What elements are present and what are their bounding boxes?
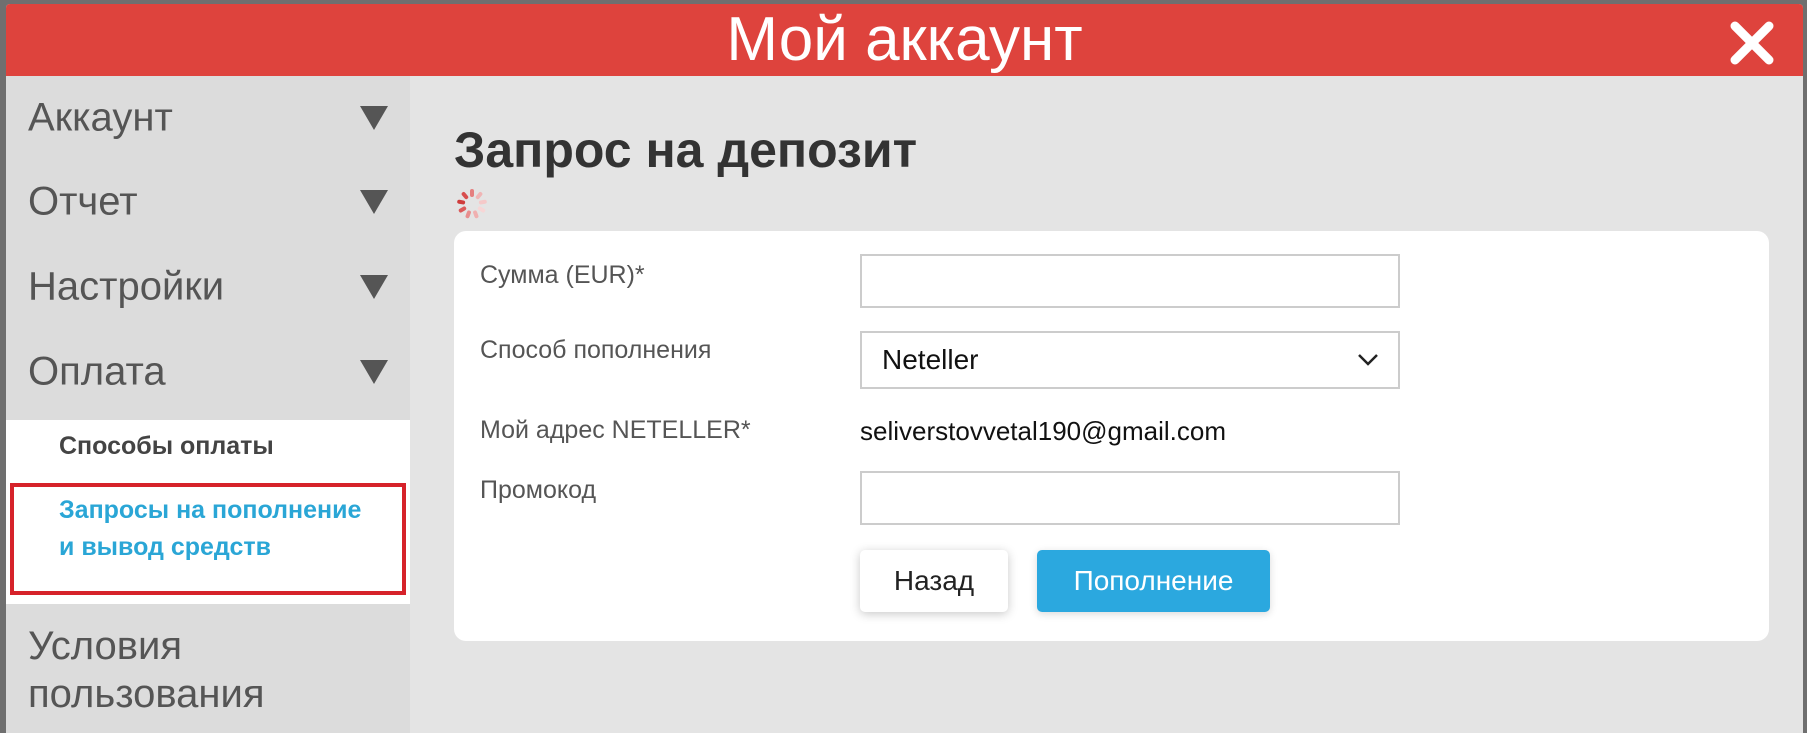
modal-header: Мой аккаунт bbox=[6, 4, 1803, 76]
deposit-method-select[interactable]: Neteller bbox=[860, 331, 1400, 389]
back-button[interactable]: Назад bbox=[860, 550, 1008, 612]
promo-code-input[interactable] bbox=[860, 471, 1400, 525]
deposit-button[interactable]: Пополнение bbox=[1037, 550, 1270, 612]
triangle-down-icon bbox=[360, 190, 388, 214]
close-icon[interactable] bbox=[1727, 18, 1777, 68]
triangle-down-icon bbox=[360, 106, 388, 130]
account-modal: Мой аккаунт Аккаунт Отчет Настройки Опла… bbox=[6, 4, 1803, 733]
triangle-down-icon bbox=[360, 275, 388, 299]
promo-code-label: Промокод bbox=[480, 476, 597, 504]
sidebar-item-label: Настройки bbox=[28, 264, 225, 309]
sidebar-item-settings[interactable]: Настройки bbox=[6, 245, 410, 329]
sidebar: Аккаунт Отчет Настройки Оплата Способы о… bbox=[6, 76, 410, 733]
sidebar-item-terms[interactable]: Условия пользования bbox=[6, 618, 410, 728]
amount-label: Сумма (EUR)* bbox=[480, 261, 645, 289]
deposit-form-card: Сумма (EUR)* Способ пополнения Neteller … bbox=[454, 231, 1769, 641]
main-content: Запрос на депозит Сумма (EUR)* Способ по… bbox=[410, 76, 1803, 733]
sidebar-item-label: Аккаунт bbox=[28, 95, 173, 140]
page-title: Запрос на депозит bbox=[454, 122, 918, 178]
sidebar-item-account[interactable]: Аккаунт bbox=[6, 76, 410, 160]
modal-title: Мой аккаунт bbox=[726, 5, 1083, 74]
neteller-address-value: seliverstovvetal190@gmail.com bbox=[860, 416, 1226, 446]
deposit-method-value: Neteller bbox=[882, 344, 979, 375]
neteller-address-label: Мой адрес NETELLER* bbox=[480, 416, 751, 444]
triangle-down-icon bbox=[360, 360, 388, 384]
highlight-box bbox=[10, 483, 406, 595]
sidebar-item-payment[interactable]: Оплата bbox=[6, 330, 410, 414]
loading-spinner-icon bbox=[456, 188, 488, 220]
deposit-method-label: Способ пополнения bbox=[480, 336, 712, 364]
sidebar-item-label: Отчет bbox=[28, 179, 138, 224]
amount-input[interactable] bbox=[860, 254, 1400, 308]
submenu-item-payment-methods[interactable]: Способы оплаты bbox=[59, 428, 274, 465]
sidebar-item-label: Условия пользования bbox=[28, 624, 265, 716]
sidebar-item-report[interactable]: Отчет bbox=[6, 160, 410, 244]
chevron-down-icon bbox=[1356, 347, 1380, 371]
sidebar-item-label: Оплата bbox=[28, 349, 166, 394]
